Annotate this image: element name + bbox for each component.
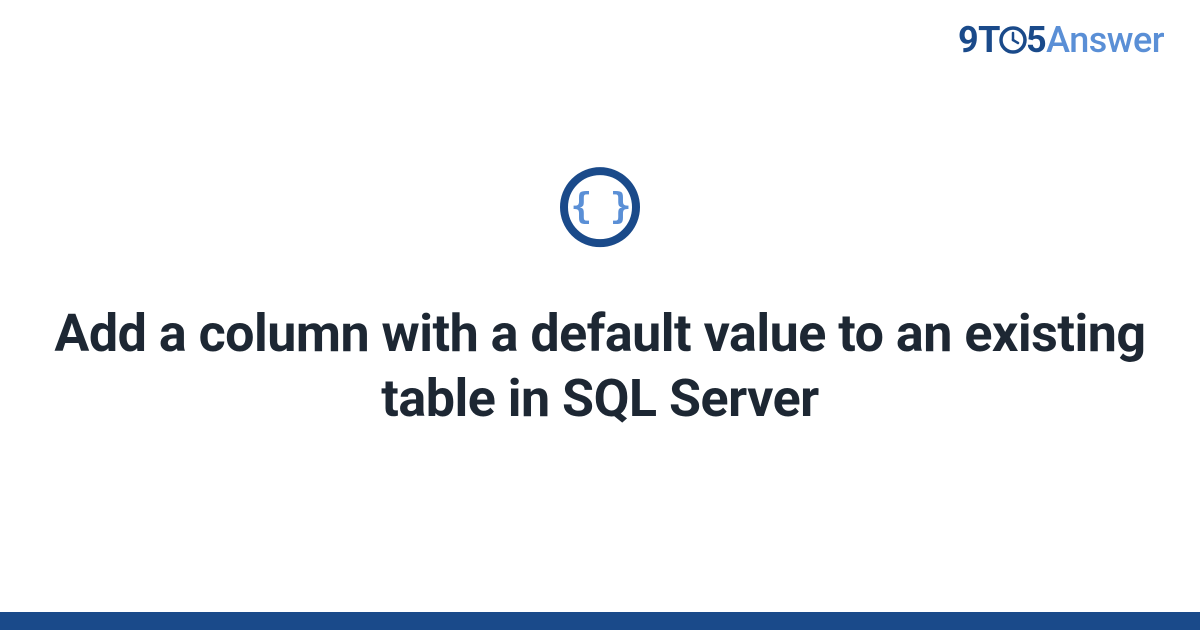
site-logo: 9T 5Answer	[958, 22, 1164, 61]
logo-part-9t: 9T	[958, 19, 1000, 61]
logo-part-5: 5	[1026, 19, 1046, 61]
logo-part-answer: Answer	[1046, 19, 1164, 61]
page-title: Add a column with a default value to an …	[0, 301, 1200, 431]
braces-glyph: { }	[570, 189, 629, 225]
footer-accent-bar	[0, 612, 1200, 630]
clock-icon	[998, 25, 1028, 61]
code-braces-icon: { }	[560, 167, 640, 247]
main-content: { } Add a column with a default value to…	[0, 167, 1200, 431]
